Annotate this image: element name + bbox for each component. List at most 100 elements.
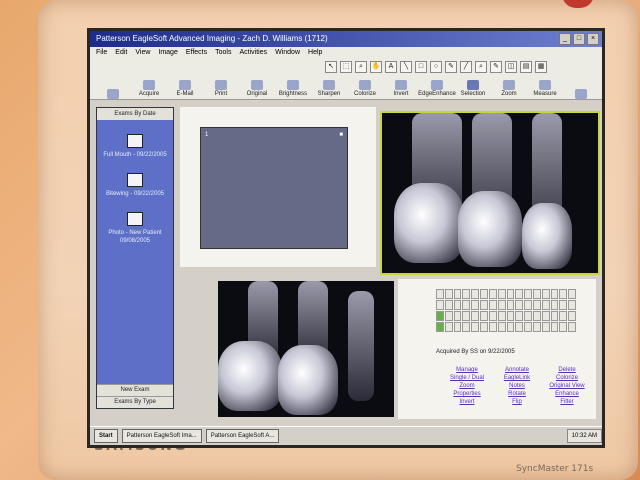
tooth-cell[interactable] bbox=[453, 311, 462, 321]
draw-tool-6-icon[interactable]: □ bbox=[415, 61, 427, 73]
menu-image[interactable]: Image bbox=[158, 47, 177, 59]
exam-item[interactable]: Bitewing - 09/22/2005 bbox=[97, 173, 173, 198]
menu-window[interactable]: Window bbox=[275, 47, 300, 59]
tooth-cell[interactable] bbox=[480, 300, 488, 310]
tooth-cell[interactable] bbox=[444, 289, 453, 299]
tooth-cell[interactable] bbox=[462, 322, 471, 332]
tooth-cell[interactable] bbox=[559, 322, 568, 332]
tooth-cell[interactable] bbox=[488, 311, 497, 321]
tooth-cell[interactable] bbox=[488, 322, 497, 332]
action-link-flip[interactable]: Flip bbox=[492, 399, 542, 406]
tooth-cell[interactable] bbox=[480, 311, 488, 321]
tooth-cell[interactable] bbox=[568, 311, 576, 321]
tooth-cell[interactable] bbox=[471, 300, 480, 310]
tooth-cell[interactable] bbox=[506, 300, 515, 310]
tooth-cell[interactable] bbox=[568, 322, 576, 332]
tooth-cell[interactable] bbox=[559, 289, 568, 299]
maximize-icon[interactable]: □ bbox=[573, 33, 585, 45]
empty-image-slot[interactable]: 1 ■ bbox=[200, 127, 348, 249]
draw-tool-12-icon[interactable]: ◫ bbox=[505, 61, 517, 73]
tooth-cell[interactable] bbox=[532, 311, 541, 321]
action-link-delete[interactable]: Delete bbox=[542, 367, 592, 374]
tooth-cell[interactable] bbox=[532, 289, 541, 299]
toolbar-sharpen-button[interactable]: Sharpen bbox=[314, 80, 344, 99]
tooth-cell[interactable] bbox=[506, 311, 515, 321]
menu-activities[interactable]: Activities bbox=[239, 47, 267, 59]
tooth-cell[interactable] bbox=[568, 300, 576, 310]
tooth-cell[interactable] bbox=[532, 300, 541, 310]
tooth-cell[interactable] bbox=[453, 300, 462, 310]
tooth-cell[interactable] bbox=[550, 322, 559, 332]
tooth-cell[interactable] bbox=[550, 289, 559, 299]
tooth-cell[interactable] bbox=[524, 322, 532, 332]
tooth-cell[interactable] bbox=[462, 300, 471, 310]
draw-tool-4-icon[interactable]: A bbox=[385, 61, 397, 73]
toolbar-colorize-button[interactable]: Colorize bbox=[350, 80, 380, 99]
action-link-rotate[interactable]: Rotate bbox=[492, 391, 542, 398]
toolbar-print-button[interactable]: Print bbox=[206, 80, 236, 99]
toolbar-selection-button[interactable]: Selection bbox=[458, 80, 488, 99]
tooth-cell[interactable] bbox=[497, 289, 506, 299]
close-icon[interactable]: × bbox=[587, 33, 599, 45]
tooth-cell[interactable] bbox=[497, 311, 506, 321]
action-link-colorize[interactable]: Colorize bbox=[542, 375, 592, 382]
sidebar-header[interactable]: Exams By Date bbox=[97, 108, 173, 120]
menu-edit[interactable]: Edit bbox=[115, 47, 127, 59]
toolbar-e-mail-button[interactable]: E-Mail bbox=[170, 80, 200, 99]
taskbar-item-advanced[interactable]: Patterson EagleSoft A... bbox=[205, 429, 280, 443]
tooth-cell[interactable] bbox=[488, 300, 497, 310]
tooth-cell[interactable] bbox=[515, 300, 524, 310]
menu-file[interactable]: File bbox=[96, 47, 107, 59]
draw-tool-9-icon[interactable]: ╱ bbox=[460, 61, 472, 73]
tooth-cell[interactable] bbox=[559, 311, 568, 321]
tooth-cell[interactable] bbox=[480, 289, 488, 299]
tooth-cell[interactable] bbox=[444, 322, 453, 332]
action-link-properties[interactable]: Properties bbox=[442, 391, 492, 398]
draw-tool-3-icon[interactable]: ✋ bbox=[370, 61, 382, 73]
action-link-enhance[interactable]: Enhance bbox=[542, 391, 592, 398]
tooth-cell[interactable] bbox=[444, 311, 453, 321]
toolbar-zoom-button[interactable]: Zoom bbox=[494, 80, 524, 99]
tooth-cell[interactable] bbox=[480, 322, 488, 332]
action-link-zoom[interactable]: Zoom bbox=[442, 383, 492, 390]
tooth-cell[interactable] bbox=[471, 311, 480, 321]
tooth-cell[interactable] bbox=[462, 289, 471, 299]
tooth-cell[interactable] bbox=[453, 322, 462, 332]
draw-tool-2-icon[interactable]: ⌕ bbox=[355, 61, 367, 73]
toolbar-btn-0-button[interactable] bbox=[98, 89, 128, 99]
tooth-cell[interactable] bbox=[497, 322, 506, 332]
toolbar-brightness-button[interactable]: Brightness bbox=[278, 80, 308, 99]
tooth-cell[interactable] bbox=[515, 289, 524, 299]
action-link-manage[interactable]: Manage bbox=[442, 367, 492, 374]
toolbar-measure-button[interactable]: Measure bbox=[530, 80, 560, 99]
tooth-cell[interactable] bbox=[524, 311, 532, 321]
menu-effects[interactable]: Effects bbox=[186, 47, 207, 59]
toolbar-acquire-button[interactable]: Acquire bbox=[134, 80, 164, 99]
tooth-cell[interactable] bbox=[436, 300, 444, 310]
draw-tool-10-icon[interactable]: ⌕ bbox=[475, 61, 487, 73]
action-link-original-view[interactable]: Original View bbox=[542, 383, 592, 390]
draw-tool-1-icon[interactable]: ⬚ bbox=[340, 61, 352, 73]
tooth-cell[interactable] bbox=[506, 289, 515, 299]
taskbar-item-imaging[interactable]: Patterson EagleSoft Ima... bbox=[121, 429, 202, 443]
tooth-cell[interactable] bbox=[550, 311, 559, 321]
action-link-filter[interactable]: Filter bbox=[542, 399, 592, 406]
action-link-invert[interactable]: Invert bbox=[442, 399, 492, 406]
toolbar-edgeenhance-button[interactable]: EdgeEnhance bbox=[418, 80, 456, 99]
tooth-cell[interactable] bbox=[471, 322, 480, 332]
draw-tool-0-icon[interactable]: ↖ bbox=[325, 61, 337, 73]
action-link-annotate[interactable]: Annotate bbox=[492, 367, 542, 374]
tooth-cell[interactable] bbox=[541, 300, 550, 310]
tooth-cell[interactable] bbox=[453, 289, 462, 299]
draw-tool-5-icon[interactable]: ╲ bbox=[400, 61, 412, 73]
xray-image-selected[interactable] bbox=[380, 111, 600, 275]
tooth-cell[interactable] bbox=[515, 322, 524, 332]
tooth-cell[interactable] bbox=[497, 300, 506, 310]
tooth-cell[interactable] bbox=[541, 311, 550, 321]
menu-tools[interactable]: Tools bbox=[215, 47, 231, 59]
tooth-cell[interactable] bbox=[550, 300, 559, 310]
draw-tool-13-icon[interactable]: ▤ bbox=[520, 61, 532, 73]
tooth-cell[interactable] bbox=[532, 322, 541, 332]
tooth-cell[interactable] bbox=[462, 311, 471, 321]
tooth-cell[interactable] bbox=[471, 289, 480, 299]
